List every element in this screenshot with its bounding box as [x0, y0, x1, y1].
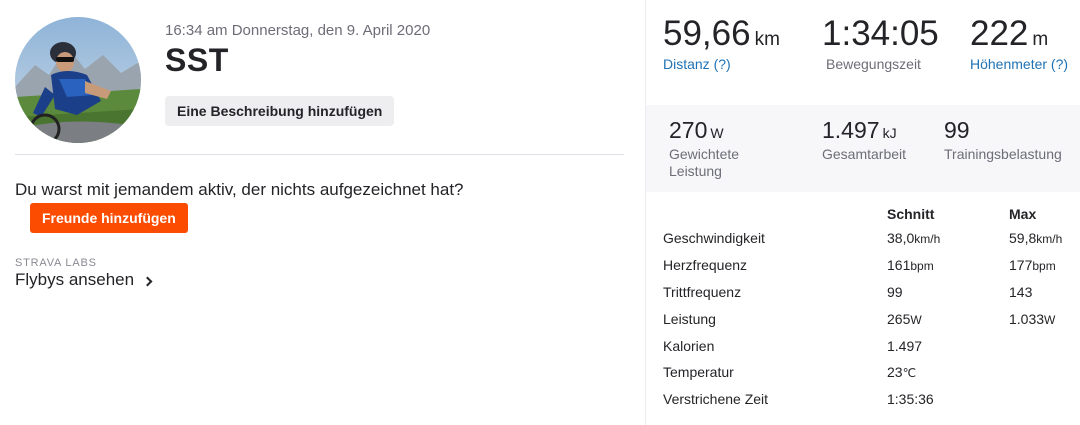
table-row: Kalorien 1.497: [663, 332, 1080, 359]
row-avg-value-text: 1.497: [887, 337, 923, 354]
row-label: Verstrichene Zeit: [663, 386, 887, 413]
row-avg-value-text: 265: [887, 310, 911, 327]
row-avg-value-unit: W: [910, 312, 922, 327]
row-label-text: Temperatur: [663, 364, 734, 381]
total-work-label: Gesamtarbeit: [822, 146, 907, 162]
stat-distance: 59,66 km Distanz (?): [663, 14, 780, 72]
distance-value: 59,66: [663, 14, 751, 53]
row-max-value-text: 59,8: [1009, 230, 1037, 247]
row-avg-value: 1:35:36: [887, 386, 1009, 413]
row-max-value-unit: km/h: [1036, 232, 1063, 247]
row-max-value: [1009, 332, 1080, 359]
stat-moving-time: 1:34:05 Bewegungszeit: [822, 14, 939, 72]
row-avg-value-text: 1:35:36: [887, 391, 934, 408]
weighted-power-unit: W: [710, 125, 724, 141]
total-work-unit: kJ: [882, 125, 897, 141]
add-description-button[interactable]: Eine Beschreibung hinzufügen: [165, 96, 395, 126]
more-stats-table: Schnitt Max Geschwindigkeit 38,0km/h 59,8k…: [663, 203, 1080, 413]
row-avg-value-unit: km/h: [914, 232, 941, 247]
secondary-stats: 270 W Gewichtete Leistung 1.497 kJ Gesamta…: [646, 105, 1080, 192]
section-divider: [15, 154, 624, 155]
add-friends-button[interactable]: Freunde hinzufügen: [30, 203, 188, 233]
elevation-unit: m: [1032, 29, 1049, 50]
activity-header: 16:34 am Donnerstag, den 9. April 2020 S…: [0, 0, 645, 425]
training-load-value: 99: [944, 117, 970, 143]
row-label: Temperatur: [663, 359, 887, 386]
distance-label-link[interactable]: Distanz (?): [663, 56, 780, 72]
athlete-avatar[interactable]: [15, 17, 141, 143]
row-avg-value: 99: [887, 279, 1009, 306]
distance-unit: km: [754, 29, 780, 50]
row-label-text: Leistung: [663, 310, 716, 327]
row-label: Herzfrequenz: [663, 252, 887, 279]
row-avg-value-unit: ℃: [902, 366, 917, 381]
total-work-value: 1.497: [822, 117, 880, 143]
row-label-text: Herzfrequenz: [663, 257, 748, 274]
table-row: Trittfrequenz 99 143: [663, 279, 1080, 306]
table-row: Herzfrequenz 161bpm 177bpm: [663, 252, 1080, 279]
row-max-value: [1009, 386, 1080, 413]
row-max-value: 177bpm: [1009, 252, 1080, 279]
flybys-link[interactable]: Flybys ansehen: [15, 270, 153, 290]
row-label: Trittfrequenz: [663, 279, 887, 306]
stat-total-work: 1.497 kJ Gesamtarbeit: [822, 117, 906, 163]
row-max-value: [1009, 359, 1080, 386]
row-max-value-text: 143: [1009, 283, 1033, 300]
weighted-power-value: 270: [669, 117, 708, 143]
row-max-value-text: 1.033: [1009, 310, 1045, 327]
row-max-value: 143: [1009, 279, 1080, 306]
row-avg-value-text: 99: [887, 283, 903, 300]
moving-time-value: 1:34:05: [822, 14, 939, 53]
row-label-text: Geschwindigkeit: [663, 230, 765, 247]
row-avg-value: 1.497: [887, 332, 1009, 359]
row-max-value-unit: bpm: [1032, 259, 1056, 274]
table-header-max: Max: [1009, 206, 1037, 222]
row-avg-value: 265W: [887, 305, 1009, 332]
row-avg-value-unit: bpm: [910, 259, 934, 274]
row-max-value: 59,8km/h: [1009, 225, 1080, 252]
table-row: Geschwindigkeit 38,0km/h 59,8km/h: [663, 225, 1080, 252]
weighted-power-label-line2: Leistung: [669, 163, 722, 179]
table-row: Leistung 265W 1.033W: [663, 305, 1080, 332]
row-max-value-text: 177: [1009, 257, 1033, 274]
moving-time-label: Bewegungszeit: [826, 56, 921, 72]
avatar-photo: [15, 17, 141, 143]
row-avg-value: 38,0km/h: [887, 225, 1009, 252]
flybys-link-label: Flybys ansehen: [15, 270, 135, 289]
activity-timestamp: 16:34 am Donnerstag, den 9. April 2020: [165, 22, 431, 39]
activity-stats-panel: 59,66 km Distanz (?) 1:34:05 Bewegungszei…: [645, 0, 1080, 425]
table-header-metric: [663, 203, 887, 225]
activity-title[interactable]: SST: [165, 42, 229, 79]
primary-stats: 59,66 km Distanz (?) 1:34:05 Bewegungszei…: [646, 0, 1080, 105]
row-avg-value-text: 23: [887, 364, 903, 381]
table-row: Temperatur 23℃: [663, 359, 1080, 386]
row-label-text: Kalorien: [663, 337, 715, 354]
row-avg-value: 23℃: [887, 359, 1009, 386]
chevron-right-icon: [142, 276, 153, 286]
table-row: Verstrichene Zeit 1:35:36: [663, 386, 1080, 413]
stat-elevation: 222 m Höhenmeter (?): [970, 14, 1068, 72]
row-avg-value-text: 161: [887, 257, 911, 274]
table-body: Geschwindigkeit 38,0km/h 59,8km/h Herzfrequ…: [663, 225, 1080, 413]
strava-labs-label: STRAVA LABS: [15, 257, 97, 269]
row-label: Geschwindigkeit: [663, 225, 887, 252]
row-label: Kalorien: [663, 332, 887, 359]
table-header-avg: Schnitt: [887, 206, 935, 222]
stat-training-load: 99 Trainingsbelastung: [944, 117, 1062, 163]
elevation-value: 222: [970, 14, 1029, 53]
stat-weighted-power: 270 W Gewichtete Leistung: [669, 117, 739, 180]
row-avg-value-text: 38,0: [887, 230, 915, 247]
table-header-row: Schnitt Max: [663, 203, 1080, 225]
training-load-label: Trainingsbelastung: [944, 146, 1062, 162]
unrecorded-partner-prompt: Du warst mit jemandem aktiv, der nichts …: [15, 180, 464, 199]
row-label-text: Verstrichene Zeit: [663, 391, 769, 408]
row-max-value: 1.033W: [1009, 305, 1080, 332]
elevation-label-link[interactable]: Höhenmeter (?): [970, 56, 1068, 72]
row-label-text: Trittfrequenz: [663, 283, 742, 300]
row-avg-value: 161bpm: [887, 252, 1009, 279]
weighted-power-label-line1: Gewichtete: [669, 146, 740, 162]
row-label: Leistung: [663, 305, 887, 332]
row-max-value-unit: W: [1044, 312, 1056, 327]
